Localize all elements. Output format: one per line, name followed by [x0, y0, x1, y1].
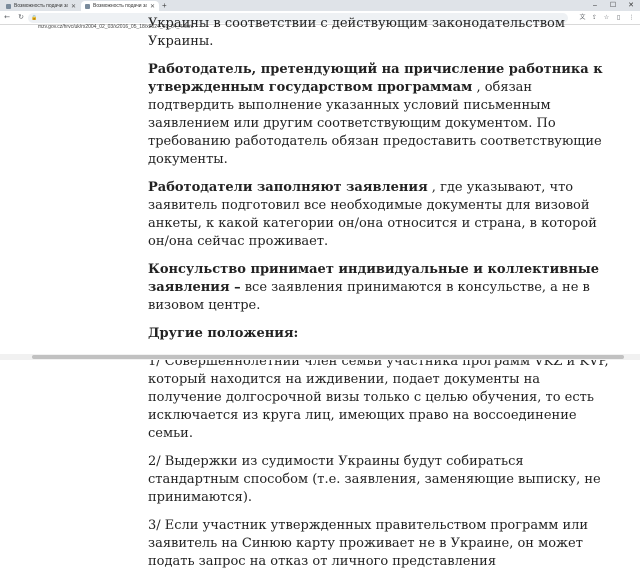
- browser-tab[interactable]: Возможность подачи заявлен... ✕: [2, 1, 80, 11]
- back-icon[interactable]: ←: [2, 12, 12, 23]
- new-tab-button[interactable]: +: [162, 1, 167, 10]
- minimize-button[interactable]: –: [586, 0, 604, 11]
- paragraph: Консульство принимает индивидуальные и к…: [148, 261, 610, 315]
- menu-kebab-icon[interactable]: ⋮: [627, 13, 636, 23]
- article-body: Украины в соответствии с действующим зак…: [148, 15, 610, 581]
- close-tab-icon[interactable]: ✕: [71, 3, 76, 10]
- close-window-button[interactable]: ✕: [622, 0, 640, 11]
- bold-phrase: Работодатели заполняют заявления: [148, 180, 428, 195]
- paragraph: Украины в соответствии с действующим зак…: [148, 16, 565, 49]
- horizontal-scrollbar[interactable]: [0, 354, 640, 360]
- bold-phrase: Работодатель, претендующий на причислени…: [148, 62, 603, 95]
- lock-icon: 🔒: [31, 15, 38, 21]
- close-tab-icon[interactable]: ✕: [150, 3, 155, 10]
- paragraph: 3/ Если участник утвержденных правительс…: [148, 518, 589, 569]
- section-heading: Другие положения:: [148, 325, 610, 343]
- reload-icon[interactable]: ↻: [16, 12, 26, 23]
- paragraph: 2/ Выдержки из судимости Украины будут с…: [148, 454, 601, 505]
- paragraph: 1/ Совершеннолетний член семьи участника…: [148, 354, 609, 441]
- sidebar-icon[interactable]: ▯: [614, 13, 623, 23]
- maximize-button[interactable]: ☐: [604, 0, 622, 11]
- tab-title: Возможность подачи заявлен...: [93, 3, 147, 9]
- tab-title: Возможность подачи заявлен...: [14, 3, 68, 9]
- paragraph: Работодатель, претендующий на причислени…: [148, 61, 610, 169]
- site-favicon-icon: [85, 3, 90, 9]
- tab-strip: Возможность подачи заявлен... ✕ Возможно…: [0, 0, 640, 11]
- browser-tab-active[interactable]: Возможность подачи заявлен... ✕: [81, 1, 159, 11]
- heading-text: Другие положения:: [148, 326, 299, 341]
- paragraph: Работодатели заполняют заявления , где у…: [148, 179, 610, 251]
- site-favicon-icon: [6, 3, 11, 9]
- scrollbar-thumb[interactable]: [32, 355, 624, 359]
